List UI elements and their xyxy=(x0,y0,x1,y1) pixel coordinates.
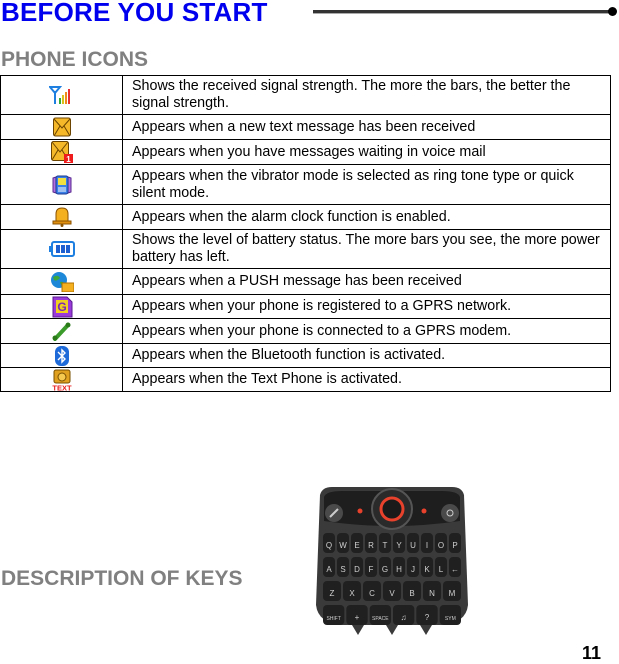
keypad-key-label: ← xyxy=(451,565,459,574)
page-number: 11 xyxy=(582,643,602,663)
gprs-modem-icon xyxy=(52,321,72,341)
voice-mail-icon: 1 xyxy=(50,141,73,163)
page-title: BEFORE YOU START xyxy=(1,0,268,27)
keypad-key-label: H xyxy=(396,565,402,574)
keypad-key-label: K xyxy=(424,565,430,574)
keypad-key-label: Y xyxy=(396,541,402,550)
battery-icon xyxy=(48,240,75,257)
icon-description: Appears when you have messages waiting i… xyxy=(122,139,611,165)
icon-description: Appears when the alarm clock function is… xyxy=(122,204,611,230)
keypad-key-label: C xyxy=(369,589,375,598)
keypad-key-label: M xyxy=(449,589,456,598)
keypad-key-label: J xyxy=(411,565,415,574)
keypad-key-label: F xyxy=(369,565,374,574)
keypad-key-label: V xyxy=(389,589,395,598)
title-rule-dot xyxy=(608,7,617,16)
table-row: Appears when a new text message has been… xyxy=(0,114,611,140)
keypad-key-label: P xyxy=(452,541,457,550)
keypad-key-label: B xyxy=(409,589,414,598)
table-row: Shows the received signal strength. The … xyxy=(0,75,611,115)
keypad-key-label: G xyxy=(382,565,388,574)
table-row: Appears when the vibrator mode is select… xyxy=(0,164,611,205)
table-row: 1 Appears when you have messages waiting… xyxy=(0,139,611,165)
keypad-key-label: SPACE xyxy=(372,616,389,622)
keypad-key-label: T xyxy=(383,541,388,550)
keypad-key-label: + xyxy=(355,613,360,622)
keypad-key-label: ♫ xyxy=(401,613,407,622)
table-row: Appears when your phone is connected to … xyxy=(0,318,611,344)
keypad-key-label: E xyxy=(354,541,359,550)
keypad-key-label: U xyxy=(410,541,416,550)
keypad-key-label: A xyxy=(326,565,332,574)
table-row: TEXT Appears when the Text Phone is acti… xyxy=(0,367,611,392)
keypad-key-label: SHIFT xyxy=(326,616,340,622)
svg-text:TEXT: TEXT xyxy=(52,383,72,391)
qwerty-keypad-image: Q W E R T Y U I O P A S D F G H J K L ← Z X C V B N M SHIFT + SPACE ♫?… xyxy=(312,485,472,637)
keypad-key xyxy=(323,605,345,625)
phone-icons-table: Shows the received signal strength. The … xyxy=(0,75,611,392)
text-phone-icon: TEXT xyxy=(51,369,73,391)
keypad-key-label: Z xyxy=(330,589,335,598)
table-row: G Appears when your phone is registered … xyxy=(0,294,611,319)
icon-description: Appears when a new text message has been… xyxy=(122,114,611,140)
gprs-network-icon: G xyxy=(51,296,73,318)
icon-description: Appears when the Text Phone is activated… xyxy=(122,367,611,392)
signal-strength-icon xyxy=(48,85,75,105)
keypad-key-label: L xyxy=(439,565,444,574)
keypad-key-label: SYM xyxy=(445,616,456,622)
keypad-key-label: R xyxy=(368,541,374,550)
section-heading-phone-icons: PHONE ICONS xyxy=(1,48,149,71)
keypad-key xyxy=(439,605,461,625)
push-message-icon xyxy=(50,271,74,292)
keypad-key-label: O xyxy=(438,541,444,550)
icon-description: Appears when your phone is connected to … xyxy=(122,318,611,344)
title-rule xyxy=(313,10,610,14)
icon-description: Appears when the Bluetooth function is a… xyxy=(122,343,611,368)
keypad-key xyxy=(369,605,391,625)
table-row: Appears when the alarm clock function is… xyxy=(0,204,611,230)
table-row: Appears when the Bluetooth function is a… xyxy=(0,343,611,368)
new-message-icon xyxy=(52,117,71,137)
keypad-key-label: D xyxy=(354,565,360,574)
icon-description: Shows the level of battery status. The m… xyxy=(122,229,611,269)
section-heading-description-of-keys: DESCRIPTION OF KEYS xyxy=(1,567,243,590)
table-row: Appears when a PUSH message has been rec… xyxy=(0,268,611,295)
icon-description: Appears when a PUSH message has been rec… xyxy=(122,268,611,295)
svg-text:G: G xyxy=(57,300,66,314)
icon-description: Appears when your phone is registered to… xyxy=(122,294,611,319)
keypad-key-label: S xyxy=(340,565,345,574)
svg-text:1: 1 xyxy=(66,155,71,163)
alarm-bell-icon xyxy=(52,207,72,227)
icon-description: Shows the received signal strength. The … xyxy=(122,75,611,115)
keypad-key-label: I xyxy=(426,541,428,550)
vibrate-mode-icon xyxy=(52,175,72,195)
keypad-key-label: Q xyxy=(326,541,332,550)
keypad-key-label: ? xyxy=(425,613,430,622)
keypad-key-label: N xyxy=(429,589,435,598)
icon-description: Appears when the vibrator mode is select… xyxy=(122,164,611,205)
table-row: Shows the level of battery status. The m… xyxy=(0,229,611,269)
keypad-key-label: X xyxy=(349,589,355,598)
bluetooth-icon xyxy=(54,345,69,366)
keypad-key-label: W xyxy=(339,541,347,550)
